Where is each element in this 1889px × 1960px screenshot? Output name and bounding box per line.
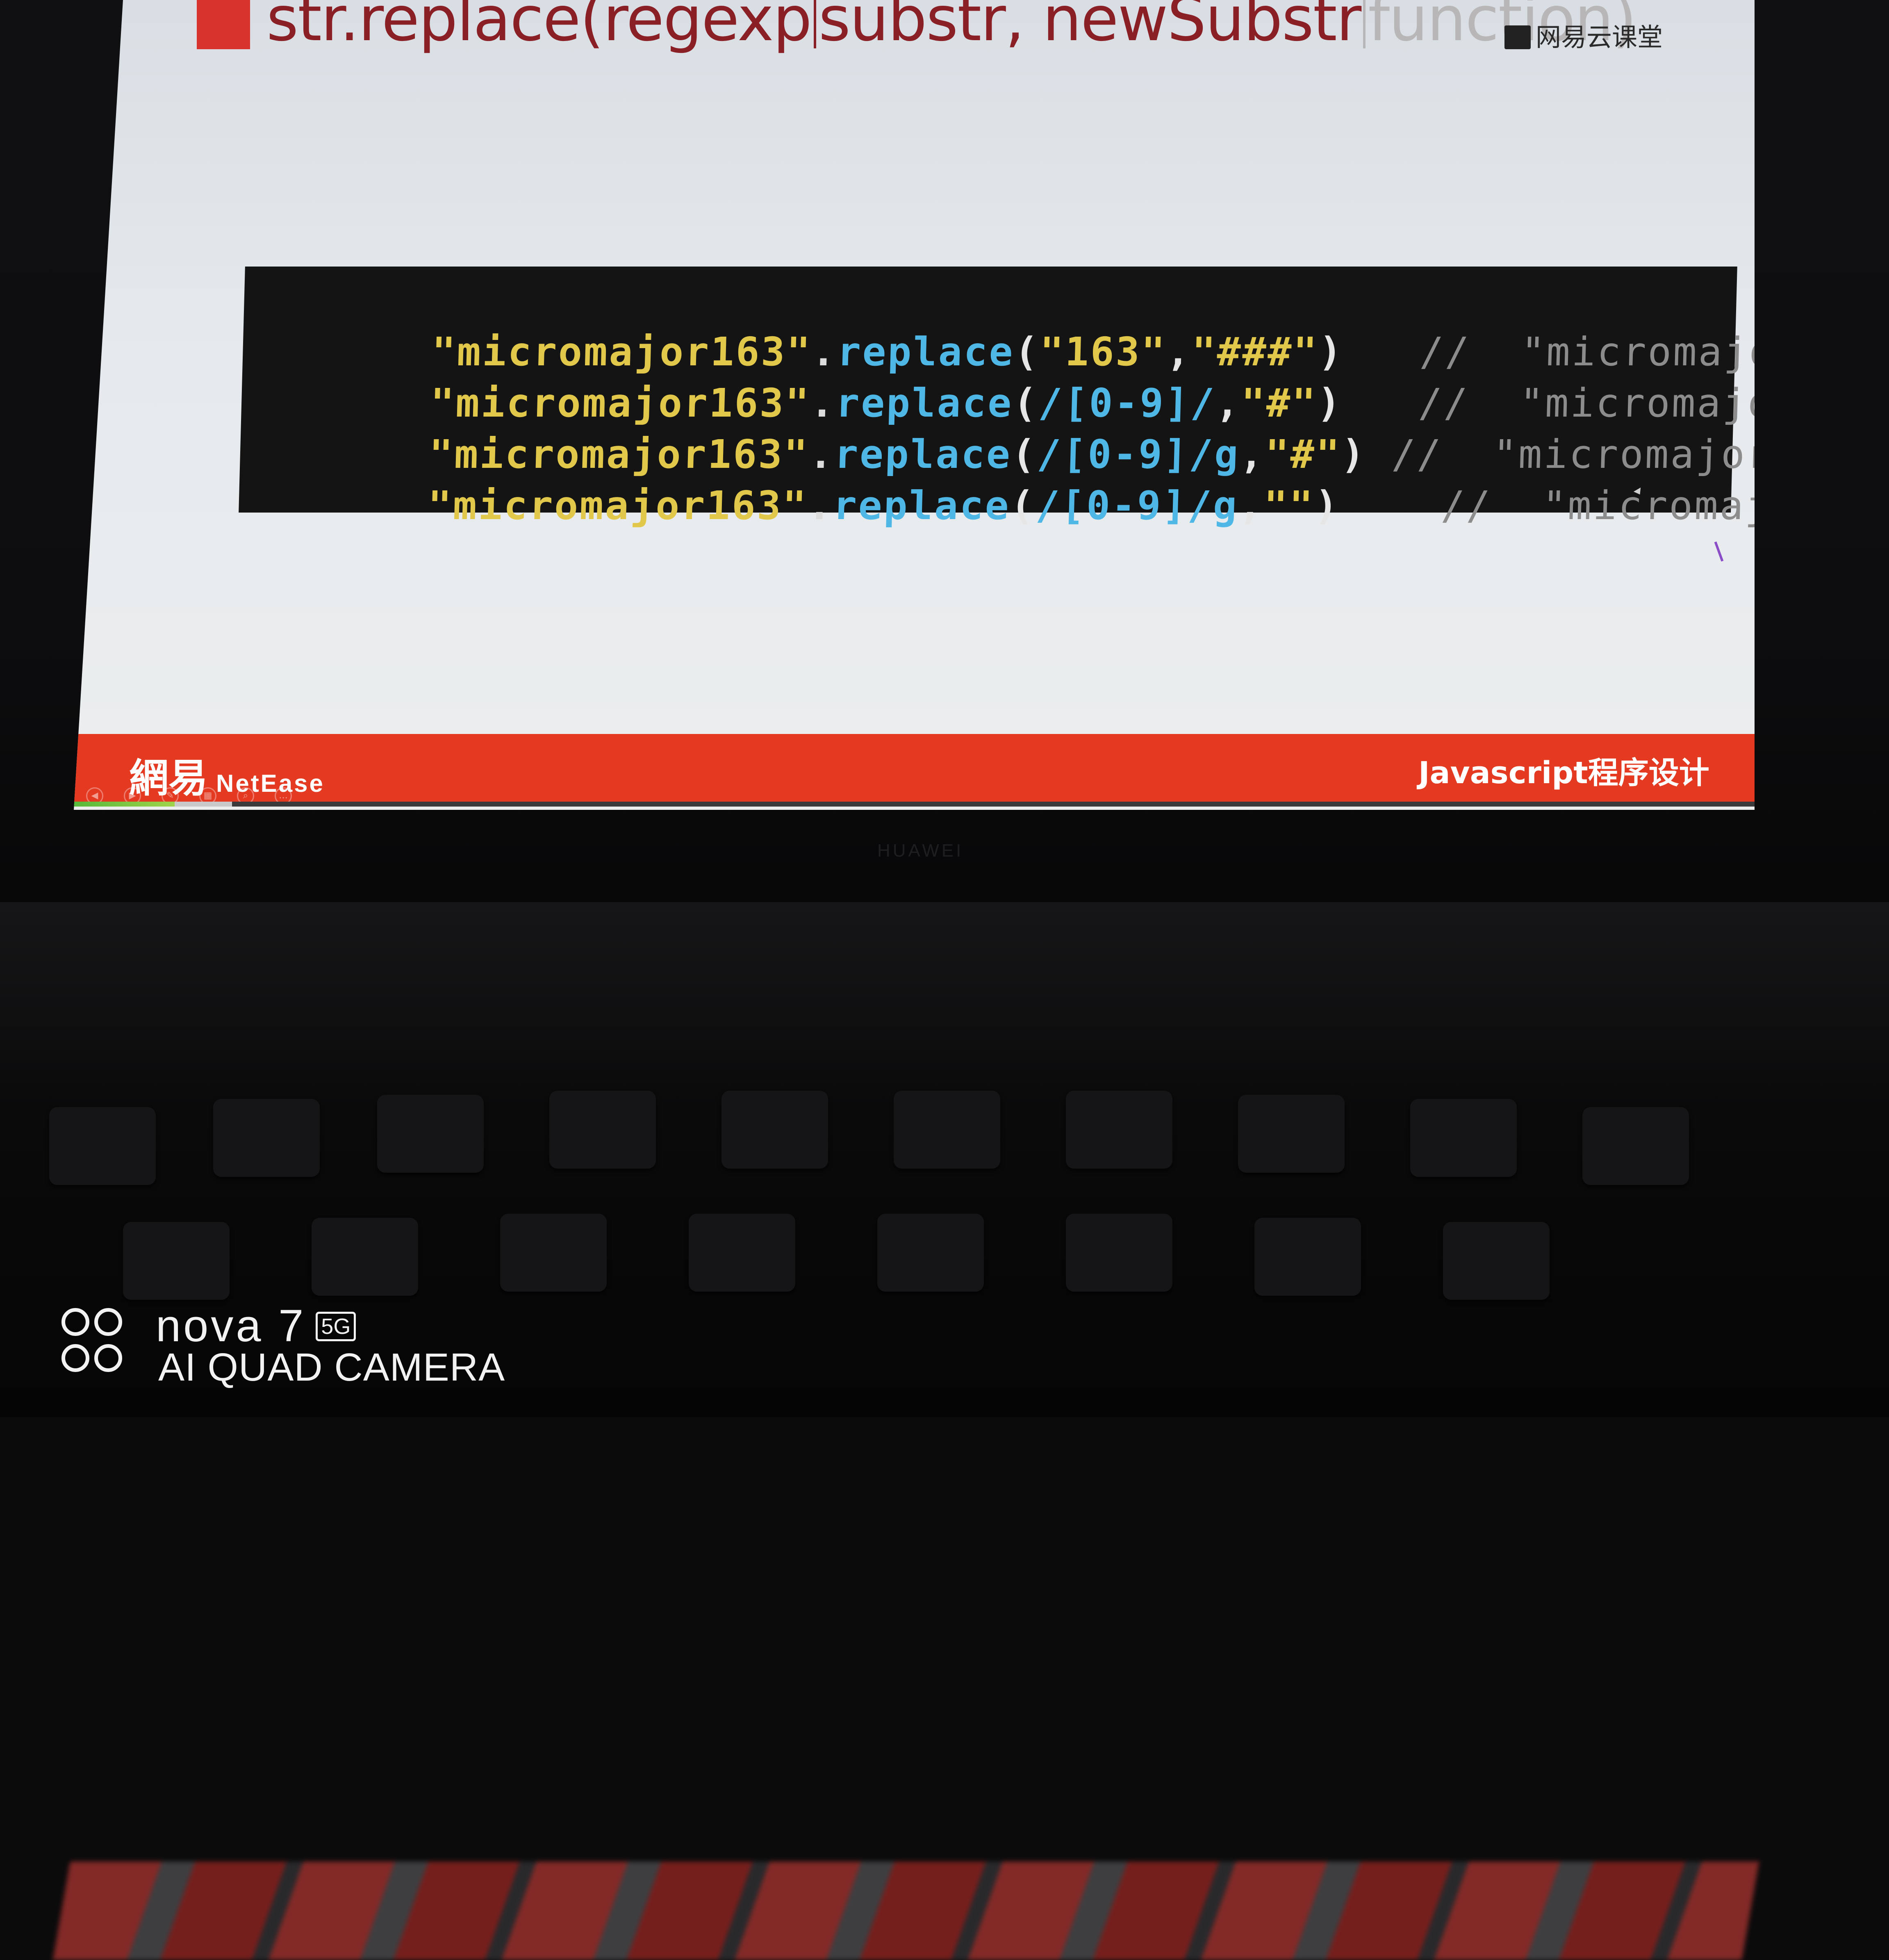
course-title: Javascript程序设计 [1418, 755, 1709, 791]
presentation-slide: str.replace(regexp substr, newSubstr funct… [74, 0, 1755, 810]
laptop-brand-logo: HUAWEI [877, 841, 964, 861]
keyboard-key [1410, 1099, 1517, 1177]
keyboard-key [877, 1214, 984, 1292]
book-icon [1504, 25, 1531, 49]
code-line: "micromajor163".replace(/[0-9]/g,"") // … [274, 437, 1755, 574]
code-paren: ( [1010, 483, 1036, 529]
code-string: "micromajor163" [427, 483, 808, 529]
5g-badge: 5G [316, 1312, 356, 1341]
keyboard-key [1066, 1214, 1172, 1292]
code-comma: , [1238, 483, 1265, 529]
title-separator [813, 0, 816, 48]
camera-logo-icon [61, 1308, 131, 1378]
slide-title: str.replace(regexp substr, newSubstr funct… [266, 0, 1637, 57]
progress-fill [74, 802, 175, 807]
keyboard-key [894, 1091, 1000, 1169]
camera-model: nova 7 5G [156, 1300, 356, 1352]
keyboard-key [1443, 1222, 1550, 1300]
keyboard-key [549, 1091, 656, 1169]
keyboard-key [123, 1222, 230, 1300]
code-method: replace [832, 483, 1011, 529]
camera-subtitle: AI QUAD CAMERA [158, 1345, 505, 1389]
keyboard-key [1238, 1095, 1345, 1173]
keyboard-key [49, 1107, 156, 1185]
title-main: str.replace(regexp [266, 0, 812, 55]
site-watermark: 网易云课堂 [1504, 16, 1663, 53]
keyboard-key [500, 1214, 607, 1292]
progress-marker [175, 802, 232, 807]
keyboard-key [213, 1099, 320, 1177]
code-block: "micromajor163".replace("163","###") // … [239, 267, 1755, 529]
keyboard-key [377, 1095, 484, 1173]
title-separator [1363, 0, 1366, 48]
code-dot: . [807, 483, 834, 529]
screen-reflection [52, 1862, 1759, 1960]
camera-model-name: nova 7 [156, 1301, 306, 1351]
watermark-text: 网易云课堂 [1536, 22, 1663, 52]
keyboard-key [721, 1091, 828, 1169]
code-paren: ) [1313, 483, 1341, 529]
keyboard-key [1066, 1091, 1172, 1169]
keyboard-key [1254, 1218, 1361, 1296]
keyboard-key [689, 1214, 795, 1292]
keyboard-key [1582, 1107, 1689, 1185]
title-middle: substr, newSubstr [818, 0, 1362, 55]
code-regex: /[0-9]/g [1035, 483, 1239, 529]
keyboard-key [312, 1218, 418, 1296]
slideshow-progress-bar [74, 802, 1755, 807]
title-marker [197, 0, 250, 49]
code-arg: "" [1263, 483, 1315, 529]
